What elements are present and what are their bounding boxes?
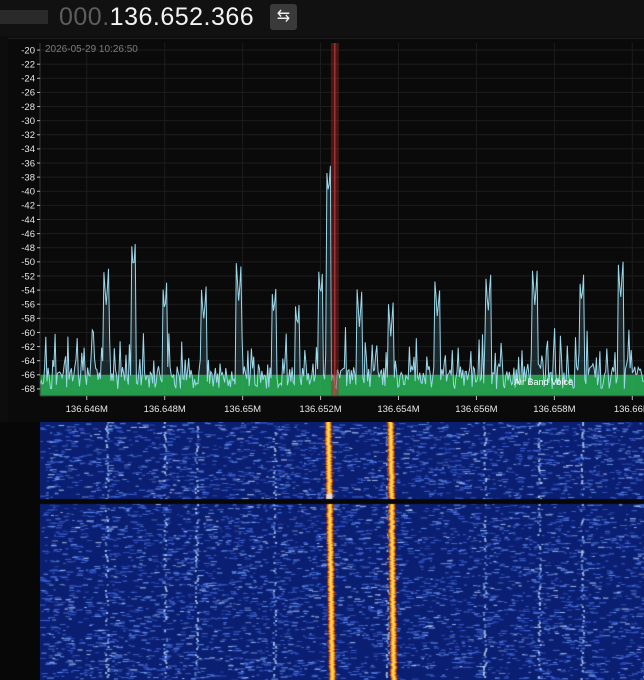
spectrum-trace-layer	[39, 165, 644, 396]
y-tick-label: -64	[21, 356, 35, 367]
x-tick-label: 136.646M	[66, 404, 108, 415]
y-tick-label: -28	[21, 102, 35, 113]
y-tick-label: -44	[21, 215, 35, 226]
y-tick-label: -40	[21, 187, 35, 198]
y-tick-label: -68	[21, 384, 35, 395]
y-tick-label: -36	[21, 158, 35, 169]
swap-icon[interactable]: ⇆	[270, 4, 297, 30]
y-tick-label: -30	[21, 116, 35, 127]
y-tick-label: -24	[21, 74, 35, 85]
vfo-selector-bar[interactable]	[0, 10, 48, 24]
y-tick-label: -26	[21, 88, 35, 99]
frequency-digits[interactable]: 136.652.366	[110, 3, 255, 31]
x-tick-label: 136.658M	[533, 404, 575, 415]
y-axis: -20 -22 -24 -26 -28 -30 -32 -34 -36 -38 -40 -42 -44 -…	[21, 43, 41, 396]
spectrum-plot[interactable]: -20 -22 -24 -26 -28 -30 -32 -34 -36 -38 -40 -42 -44 -…	[8, 39, 644, 423]
y-tick-label: -42	[21, 201, 35, 212]
waterfall-panel[interactable]	[0, 422, 644, 680]
y-tick-label: -52	[21, 271, 35, 282]
spectrum-trace-line	[39, 165, 644, 390]
top-toolbar: 000.136.652.366 ⇆	[0, 0, 644, 36]
y-tick-label: -38	[21, 172, 35, 183]
timestamp: 2026-05-29 10:26:50	[45, 44, 138, 55]
x-tick-label: 136.66M	[614, 404, 644, 415]
y-tick-label: -50	[21, 257, 35, 268]
y-tick-label: -22	[21, 59, 35, 70]
x-tick-label: 136.65M	[224, 404, 261, 415]
y-tick-label: -46	[21, 229, 35, 240]
x-axis: 136.646M 136.648M 136.65M 136.652M 136.654M 1…	[40, 395, 644, 415]
y-tick-label: -60	[21, 328, 35, 339]
vfo-marker-layer	[330, 43, 339, 396]
x-tick-label: 136.654M	[377, 404, 419, 415]
y-tick-label: -58	[21, 314, 35, 325]
x-tick-label: 136.656M	[455, 404, 497, 415]
y-tick-label: -56	[21, 300, 35, 311]
x-tick-label: 136.652M	[299, 404, 341, 415]
y-tick-label: -32	[21, 130, 35, 141]
y-tick-label: -34	[21, 144, 35, 155]
x-tick-label: 136.648M	[144, 404, 186, 415]
y-tick-label: -48	[21, 243, 35, 254]
band-label[interactable]: Air Band Voice	[514, 377, 573, 387]
frequency-display[interactable]: 000.136.652.366	[59, 2, 254, 32]
y-tick-label: -62	[21, 342, 35, 353]
waterfall-canvas[interactable]	[40, 422, 644, 680]
y-tick-label: -20	[21, 45, 35, 56]
frequency-leading-digits[interactable]: 000.	[59, 3, 110, 31]
spectrum-panel[interactable]: -20 -22 -24 -26 -28 -30 -32 -34 -36 -38 -40 -42 -44 -…	[8, 38, 644, 423]
y-tick-label: -66	[21, 370, 35, 381]
y-tick-label: -54	[21, 285, 35, 296]
